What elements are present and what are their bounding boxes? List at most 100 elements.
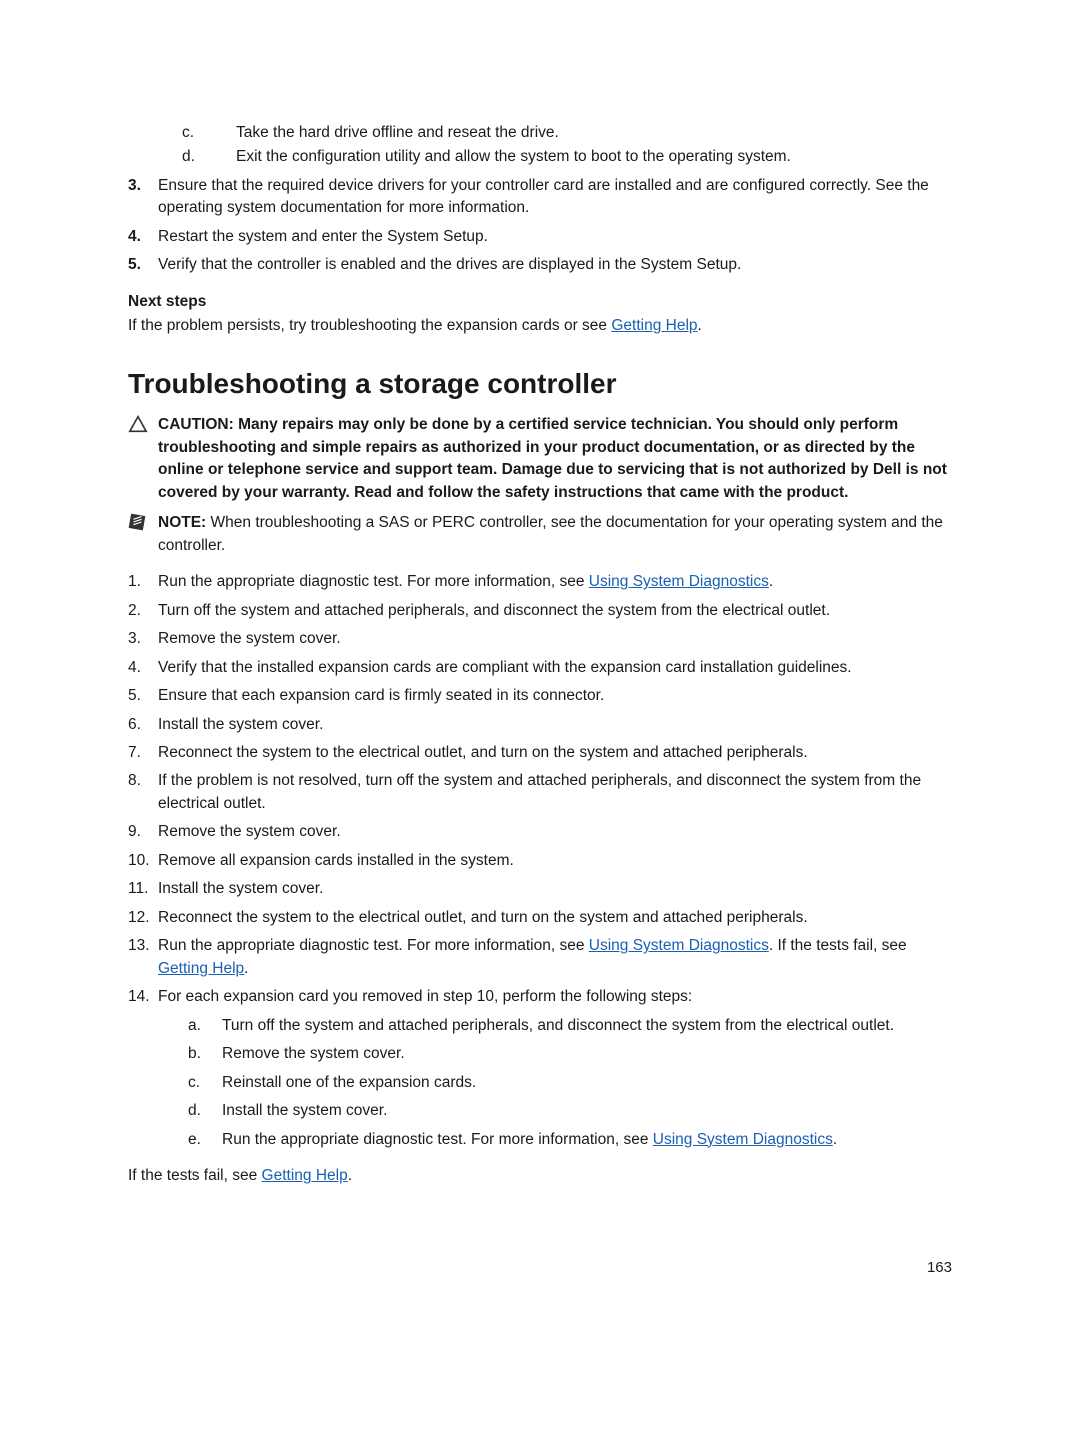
document-page: c. Take the hard drive offline and resea… <box>0 0 1080 1339</box>
list-item: 7.Reconnect the system to the electrical… <box>128 742 952 764</box>
list-item: 3.Remove the system cover. <box>128 628 952 650</box>
item-marker: d. <box>188 1100 222 1122</box>
item-text: Verify that the controller is enabled an… <box>158 254 952 276</box>
note-body: NOTE: When troubleshooting a SAS or PERC… <box>158 512 952 557</box>
getting-help-link[interactable]: Getting Help <box>611 317 697 334</box>
list-item: 5.Ensure that each expansion card is fir… <box>128 685 952 707</box>
list-item: 12.Reconnect the system to the electrica… <box>128 907 952 929</box>
item-text: Run the appropriate diagnostic test. For… <box>158 571 952 593</box>
prev-alpha-list: c. Take the hard drive offline and resea… <box>182 122 952 169</box>
main-steps-list: 1. Run the appropriate diagnostic test. … <box>128 571 952 1151</box>
item-text: Install the system cover. <box>222 1100 952 1122</box>
list-item: b.Remove the system cover. <box>188 1043 952 1065</box>
getting-help-link[interactable]: Getting Help <box>262 1167 348 1184</box>
item-marker: 11. <box>128 878 158 900</box>
diagnostics-link[interactable]: Using System Diagnostics <box>589 573 769 590</box>
item-marker: 5. <box>128 685 158 707</box>
item-marker: 5. <box>128 254 158 276</box>
item-marker: 8. <box>128 770 158 815</box>
text: . <box>698 317 702 334</box>
sub-steps-list: a.Turn off the system and attached perip… <box>158 1015 952 1151</box>
list-item: 4. Restart the system and enter the Syst… <box>128 226 952 248</box>
item-marker: c. <box>188 1072 222 1094</box>
item-marker: a. <box>188 1015 222 1037</box>
item-marker: e. <box>188 1129 222 1151</box>
list-item: 4.Verify that the installed expansion ca… <box>128 657 952 679</box>
diagnostics-link[interactable]: Using System Diagnostics <box>653 1131 833 1148</box>
item-text: Take the hard drive offline and reseat t… <box>236 122 952 144</box>
item-marker: 9. <box>128 821 158 843</box>
item-text: Ensure that each expansion card is firml… <box>158 685 952 707</box>
text: . <box>348 1167 352 1184</box>
page-number: 163 <box>128 1257 952 1279</box>
list-item: c. Take the hard drive offline and resea… <box>182 122 952 144</box>
diagnostics-link[interactable]: Using System Diagnostics <box>589 937 769 954</box>
item-text: Reinstall one of the expansion cards. <box>222 1072 952 1094</box>
item-marker: 1. <box>128 571 158 593</box>
item-marker: 4. <box>128 226 158 248</box>
list-item: 2.Turn off the system and attached perip… <box>128 600 952 622</box>
item-marker: 4. <box>128 657 158 679</box>
list-item: 13. Run the appropriate diagnostic test.… <box>128 935 952 980</box>
item-text: Run the appropriate diagnostic test. For… <box>158 935 952 980</box>
item-marker: 2. <box>128 600 158 622</box>
caution-text: Many repairs may only be done by a certi… <box>158 416 947 500</box>
item-text: Remove the system cover. <box>222 1043 952 1065</box>
item-text: Turn off the system and attached periphe… <box>222 1015 952 1037</box>
list-item: 11.Install the system cover. <box>128 878 952 900</box>
item-marker: 14. <box>128 986 158 1151</box>
item-marker: 7. <box>128 742 158 764</box>
list-item: d.Install the system cover. <box>188 1100 952 1122</box>
list-item: 10.Remove all expansion cards installed … <box>128 850 952 872</box>
item-text: Restart the system and enter the System … <box>158 226 952 248</box>
list-item: 8.If the problem is not resolved, turn o… <box>128 770 952 815</box>
item-text: Remove the system cover. <box>158 628 952 650</box>
getting-help-link[interactable]: Getting Help <box>158 960 244 977</box>
item-text: Reconnect the system to the electrical o… <box>158 907 952 929</box>
item-marker: 3. <box>128 628 158 650</box>
item-marker: 6. <box>128 714 158 736</box>
item-text: Exit the configuration utility and allow… <box>236 146 952 168</box>
list-item: 5. Verify that the controller is enabled… <box>128 254 952 276</box>
item-marker: b. <box>188 1043 222 1065</box>
next-steps-text: If the problem persists, try troubleshoo… <box>128 315 952 337</box>
item-marker: 3. <box>128 175 158 220</box>
item-text: Install the system cover. <box>158 878 952 900</box>
item-marker: 13. <box>128 935 158 980</box>
item-text: Ensure that the required device drivers … <box>158 175 952 220</box>
list-item: 14. For each expansion card you removed … <box>128 986 952 1151</box>
next-steps-heading: Next steps <box>128 291 952 313</box>
list-item: 9.Remove the system cover. <box>128 821 952 843</box>
text: If the problem persists, try troubleshoo… <box>128 317 611 334</box>
prev-num-list: 3. Ensure that the required device drive… <box>128 175 952 277</box>
item-text: Verify that the installed expansion card… <box>158 657 952 679</box>
list-item: 3. Ensure that the required device drive… <box>128 175 952 220</box>
item-text: Install the system cover. <box>158 714 952 736</box>
closing-text: If the tests fail, see Getting Help. <box>128 1165 952 1187</box>
text: If the tests fail, see <box>128 1167 262 1184</box>
item-text: Turn off the system and attached periphe… <box>158 600 952 622</box>
list-item: a.Turn off the system and attached perip… <box>188 1015 952 1037</box>
item-marker: c. <box>182 122 236 144</box>
item-text: Remove all expansion cards installed in … <box>158 850 952 872</box>
caution-body: CAUTION: Many repairs may only be done b… <box>158 414 952 504</box>
list-item: d. Exit the configuration utility and al… <box>182 146 952 168</box>
item-marker: 12. <box>128 907 158 929</box>
note-label: NOTE: <box>158 514 211 531</box>
list-item: e. Run the appropriate diagnostic test. … <box>188 1129 952 1151</box>
item-text: Reconnect the system to the electrical o… <box>158 742 952 764</box>
note-text: When troubleshooting a SAS or PERC contr… <box>158 514 943 553</box>
caution-label: CAUTION: <box>158 416 238 433</box>
note-callout: NOTE: When troubleshooting a SAS or PERC… <box>128 512 952 557</box>
item-text: Remove the system cover. <box>158 821 952 843</box>
item-text: Run the appropriate diagnostic test. For… <box>222 1129 952 1151</box>
list-item: 6.Install the system cover. <box>128 714 952 736</box>
item-marker: d. <box>182 146 236 168</box>
page-title: Troubleshooting a storage controller <box>128 364 952 405</box>
item-text: If the problem is not resolved, turn off… <box>158 770 952 815</box>
list-item: 1. Run the appropriate diagnostic test. … <box>128 571 952 593</box>
caution-icon <box>128 414 158 504</box>
note-icon <box>128 512 158 557</box>
item-marker: 10. <box>128 850 158 872</box>
caution-callout: CAUTION: Many repairs may only be done b… <box>128 414 952 504</box>
